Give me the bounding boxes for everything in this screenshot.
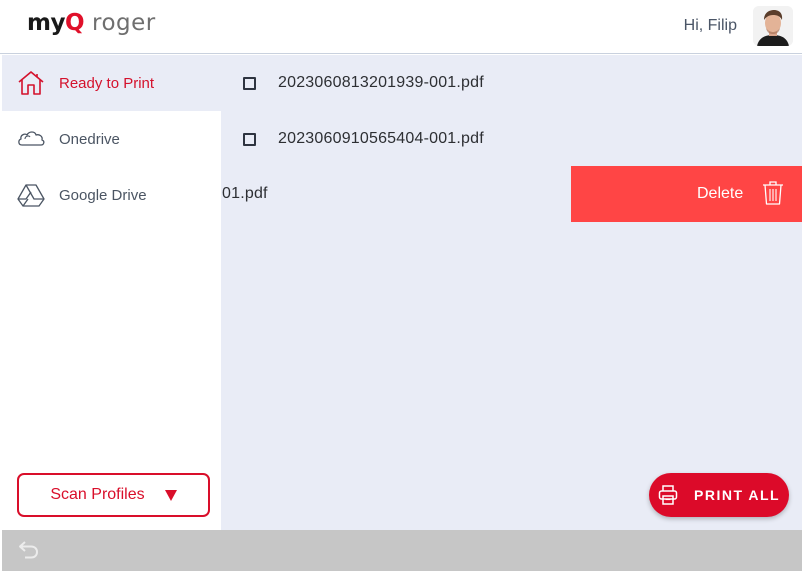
file-row[interactable]: 2023060910565404-001.pdf bbox=[221, 111, 802, 167]
google-drive-icon bbox=[17, 184, 45, 207]
sidebar-item-google-drive[interactable]: Google Drive bbox=[2, 167, 221, 223]
logo-product: roger bbox=[92, 10, 156, 36]
home-icon bbox=[18, 71, 44, 95]
sidebar: Ready to Print Onedrive Google Drive Sca… bbox=[2, 55, 221, 530]
file-name: 01.pdf bbox=[222, 185, 268, 202]
file-name: 2023060910565404-001.pdf bbox=[278, 130, 484, 147]
file-name: 2023060813201939-001.pdf bbox=[278, 74, 484, 91]
printer-icon bbox=[658, 485, 678, 505]
user-greeting: Hi, Filip bbox=[683, 17, 737, 34]
sidebar-item-label: Google Drive bbox=[59, 186, 147, 204]
scan-profiles-label: Scan Profiles bbox=[50, 486, 145, 503]
sidebar-item-label: Ready to Print bbox=[59, 74, 155, 92]
file-list: 2023060813201939-001.pdf 202306091056540… bbox=[221, 55, 802, 530]
dropdown-arrow-icon bbox=[164, 490, 177, 501]
cloud-icon bbox=[18, 131, 45, 146]
trash-icon bbox=[763, 181, 783, 205]
sidebar-item-ready-to-print[interactable]: Ready to Print bbox=[2, 55, 221, 111]
print-all-button[interactable]: PRINT ALL bbox=[649, 473, 789, 517]
sidebar-item-onedrive[interactable]: Onedrive bbox=[2, 111, 221, 167]
myq-roger-logo: myQ roger bbox=[27, 10, 156, 40]
logo-brand: myQ bbox=[27, 10, 85, 36]
user-avatar[interactable] bbox=[753, 6, 793, 46]
avatar-photo-icon bbox=[753, 6, 793, 46]
back-icon[interactable] bbox=[16, 539, 42, 561]
delete-label: Delete bbox=[697, 185, 744, 202]
scan-profiles-button[interactable]: Scan Profiles bbox=[17, 473, 210, 517]
delete-button[interactable]: Delete bbox=[571, 166, 802, 222]
sidebar-item-label: Onedrive bbox=[59, 130, 120, 148]
file-row[interactable]: 2023060813201939-001.pdf bbox=[221, 55, 802, 111]
file-checkbox[interactable] bbox=[243, 132, 256, 146]
system-navigation-bar bbox=[2, 530, 802, 571]
file-checkbox[interactable] bbox=[243, 76, 256, 90]
print-all-label: PRINT ALL bbox=[694, 487, 781, 503]
header: myQ roger Hi, Filip bbox=[0, 0, 802, 54]
